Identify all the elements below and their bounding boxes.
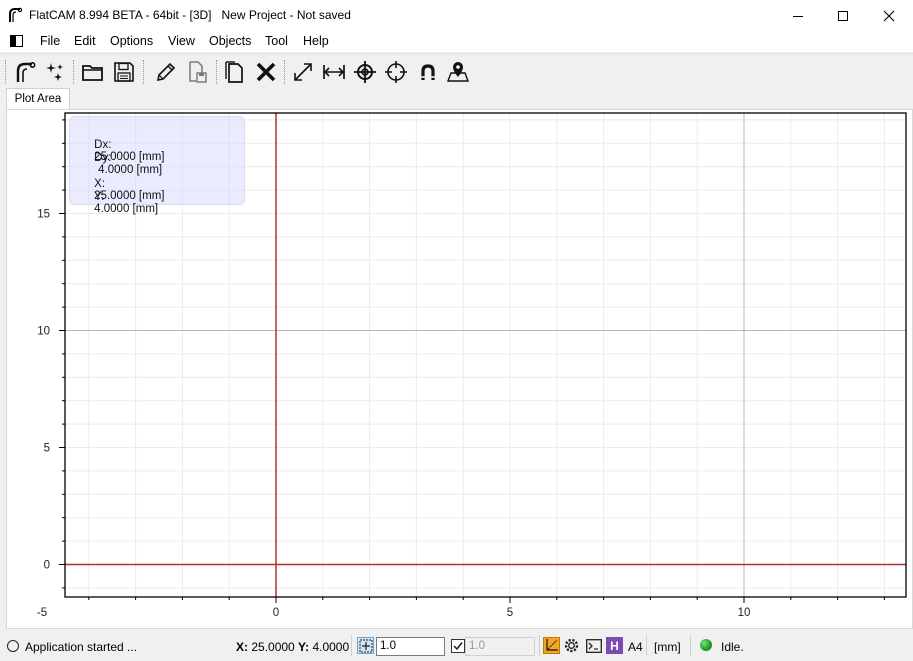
flatcam-app-icon: [9, 7, 22, 22]
y-tick-label: 15: [37, 209, 50, 221]
minimum-distance-button[interactable]: [352, 59, 378, 85]
hud-icon: H: [610, 638, 619, 653]
maximize-icon: [838, 10, 848, 21]
toggle-sidebar-icon[interactable]: [10, 35, 23, 47]
axis-toggle-button[interactable]: [543, 637, 560, 654]
minimize-button[interactable]: [775, 0, 821, 31]
status-y-value: 4.0000: [312, 640, 350, 654]
tab-plot-area[interactable]: Plot Area: [6, 88, 70, 109]
status-x-coordinate: X: 25.0000: [236, 640, 295, 654]
preferences-button[interactable]: [563, 637, 580, 654]
maximize-button[interactable]: [820, 0, 866, 31]
grid-snap-toggle[interactable]: [357, 637, 374, 654]
grid-x-input[interactable]: 1.0: [376, 637, 445, 656]
delete-object-button[interactable]: [253, 59, 279, 85]
shell-toggle-button[interactable]: [585, 637, 602, 654]
grid-snap-icon: [359, 639, 372, 652]
axis-icon: [546, 639, 558, 651]
status-message: Application started ...: [25, 640, 138, 654]
menu-tool[interactable]: Tool: [265, 34, 288, 48]
save-project-button[interactable]: [111, 59, 137, 85]
hud-toggle-button[interactable]: H: [606, 637, 623, 654]
menu-edit[interactable]: Edit: [74, 34, 96, 48]
toolbar-separator: [216, 60, 217, 84]
menu-options[interactable]: Options: [110, 34, 153, 48]
status-separator: [539, 635, 540, 656]
gear-icon: [564, 638, 579, 653]
status-x-label: X:: [236, 640, 248, 654]
window-title: FlatCAM 8.994 BETA - 64bit - [3D] New Pr…: [29, 8, 351, 22]
status-x-value: 25.0000: [251, 640, 295, 654]
paper-size-label[interactable]: A4: [628, 640, 643, 654]
open-folder-icon: [82, 65, 103, 81]
grid-lock-checkbox[interactable]: [449, 637, 466, 654]
checkbox-checked-icon: [450, 638, 465, 653]
snap-magnet-button[interactable]: [415, 59, 441, 85]
zoom-fit-button[interactable]: [290, 59, 316, 85]
y-value: 4.0000 [mm]: [94, 203, 159, 215]
flatcam-logo-icon: [16, 61, 36, 82]
new-object-button[interactable]: [222, 59, 248, 85]
flatcam-logo-button[interactable]: [12, 59, 38, 85]
set-origin-button[interactable]: [383, 59, 409, 85]
menu-view[interactable]: View: [168, 34, 195, 48]
toolbar-separator: [284, 60, 285, 84]
close-button[interactable]: [866, 0, 912, 31]
open-project-button[interactable]: [80, 59, 106, 85]
y-tick-label: 10: [37, 326, 50, 338]
new-document-icon: [225, 61, 243, 83]
set-origin-icon: [385, 61, 407, 83]
units-label[interactable]: [mm]: [654, 640, 681, 654]
activity-indicator-icon: [700, 639, 712, 651]
distance-icon: [323, 65, 345, 79]
save-edit-icon: [189, 61, 207, 83]
x-tick-label: 5: [507, 607, 513, 619]
x-tick-label: 10: [738, 607, 751, 619]
replot-icon: [46, 63, 63, 81]
edit-object-button[interactable]: [153, 59, 179, 85]
grid-y-input[interactable]: 1.0: [465, 637, 535, 656]
tab-bar: Plot Area: [0, 88, 913, 109]
replot-button[interactable]: [42, 59, 68, 85]
main-toolbar: [0, 53, 913, 88]
title-bar: FlatCAM 8.994 BETA - 64bit - [3D] New Pr…: [0, 0, 913, 31]
coordinates-info-box: Dx: 25.0000 [mm] Dy: 4.0000 [mm] X: 25.0…: [69, 116, 245, 215]
toolbar-separator: [73, 60, 74, 84]
toolbar-separator: [143, 60, 144, 84]
y-tick-label: 5: [44, 443, 50, 455]
edit-pencil-icon: [156, 62, 176, 82]
locate-button[interactable]: [445, 59, 471, 85]
minimum-distance-icon: [354, 61, 376, 83]
delete-icon: [256, 62, 276, 82]
status-separator: [690, 635, 691, 656]
status-y-coordinate: Y: 4.0000: [298, 640, 349, 654]
locate-icon: [446, 62, 470, 82]
menu-file[interactable]: File: [40, 34, 60, 48]
x-tick-label: -5: [37, 607, 47, 619]
y-label: Y:: [94, 191, 105, 203]
app-window: FlatCAM 8.994 BETA - 64bit - [3D] New Pr…: [0, 0, 913, 661]
save-edit-button[interactable]: [184, 59, 210, 85]
dy-label: Dy:: [94, 152, 112, 164]
y-tick-label: 0: [44, 560, 50, 572]
y-row: Y: 4.0000 [mm]: [75, 179, 158, 227]
close-icon: [883, 10, 895, 21]
menu-objects[interactable]: Objects: [209, 34, 251, 48]
zoom-fit-icon: [294, 63, 312, 81]
status-separator: [646, 635, 647, 656]
distance-tool-button[interactable]: [321, 59, 347, 85]
minimize-icon: [793, 15, 803, 17]
app-state-label: Idle.: [721, 640, 744, 654]
status-separator: [351, 635, 352, 656]
terminal-icon: [585, 638, 602, 653]
snap-icon: [421, 64, 435, 80]
save-icon: [114, 62, 134, 82]
x-tick-label: 0: [273, 607, 279, 619]
toolbar-grip[interactable]: [5, 60, 6, 84]
status-indicator-icon: [7, 640, 19, 652]
status-y-label: Y:: [298, 640, 310, 654]
status-bar: Application started ... X: 25.0000 Y: 4.…: [0, 630, 913, 661]
menu-help[interactable]: Help: [303, 34, 329, 48]
menu-bar: File Edit Options View Objects Tool Help: [0, 31, 913, 52]
